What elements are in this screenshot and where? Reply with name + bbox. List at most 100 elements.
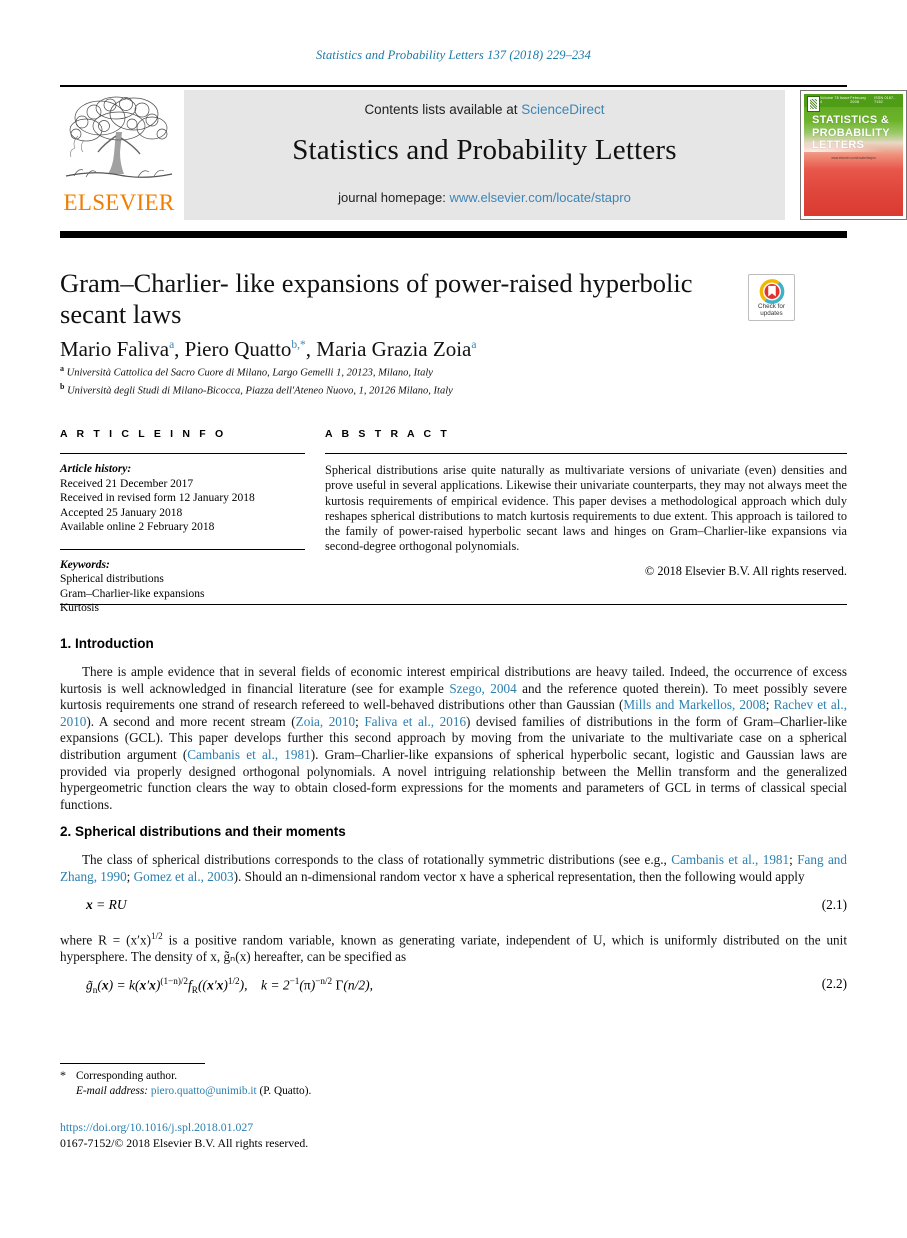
- abstract-heading: A B S T R A C T: [325, 428, 450, 440]
- author-name-1: Piero Quatto: [184, 337, 292, 361]
- cover-elsevier-mark-icon: [807, 96, 820, 112]
- affiliation-list: a Università Cattolica del Sacro Cuore d…: [60, 362, 760, 398]
- article-info-column: A R T I C L E I N F O Article history: R…: [60, 428, 305, 616]
- journal-header-banner: ELSEVIER Contents lists available at Sci…: [60, 90, 907, 220]
- keyword-item: Spherical distributions: [60, 573, 164, 585]
- sec2-text-b: ;: [789, 852, 798, 868]
- equation-2-1: x = RU: [86, 896, 127, 912]
- header-bottom-rule: [60, 231, 847, 238]
- crossmark-line1: Check for: [758, 303, 785, 310]
- article-history-item: Received 21 December 2017: [60, 477, 194, 490]
- journal-title: Statistics and Probability Letters: [292, 134, 677, 166]
- section-heading-spherical-distributions: 2. Spherical distributions and their mom…: [60, 824, 346, 840]
- citation-link[interactable]: Zoia, 2010: [296, 714, 355, 729]
- issn-copyright-line: 0167-7152/© 2018 Elsevier B.V. All right…: [60, 1135, 309, 1150]
- article-history-item: Received in revised form 12 January 2018: [60, 492, 255, 504]
- abstract-text: Spherical distributions arise quite natu…: [325, 463, 847, 554]
- journal-homepage-link[interactable]: www.elsevier.com/locate/stapro: [449, 190, 630, 205]
- email-owner: (P. Quatto).: [259, 1085, 312, 1097]
- contents-available-line: Contents lists available at ScienceDirec…: [184, 102, 785, 117]
- affiliation-mark-1: b: [60, 382, 65, 391]
- cover-title-line3: LETTERS: [812, 139, 865, 151]
- abstract-section-bottom-rule: [60, 604, 847, 605]
- elsevier-logo: ELSEVIER: [60, 90, 178, 220]
- crossmark-label: Check for updates: [749, 303, 794, 317]
- article-history-item: Accepted 25 January 2018: [60, 506, 183, 519]
- author-mark-2: a: [471, 339, 477, 351]
- equation-2-1-explanation: where R = (x′x)1/2 is a positive random …: [60, 930, 847, 964]
- doi-block: https://doi.org/10.1016/j.spl.2018.01.02…: [60, 1120, 620, 1151]
- abstract-rule: [325, 453, 847, 454]
- article-info-heading: A R T I C L E I N F O: [60, 428, 227, 440]
- affiliation-mark-0: a: [60, 364, 64, 373]
- author-name-0: Mario Faliva: [60, 337, 170, 361]
- asterisk-icon: *: [60, 1068, 66, 1082]
- equation-2-1-number: (2.1): [821, 896, 847, 912]
- sec2-p2-a: where R = (x′x): [60, 931, 151, 947]
- sec2-text-d: ). Should an n-dimensional random vector…: [233, 868, 805, 884]
- equation-2-1-row: x = RU (2.1): [60, 897, 847, 917]
- intro-text-c: ;: [765, 697, 774, 713]
- affiliation-text-0: Università Cattolica del Sacro Cuore di …: [66, 367, 433, 379]
- cover-date: February 2008: [850, 96, 867, 104]
- crossmark-logo-icon: [759, 279, 784, 304]
- keywords-rule: [60, 548, 305, 550]
- cover-topbar: Volume 78 Issue 4 February 2008 ISSN 016…: [804, 94, 903, 112]
- introduction-paragraph: There is ample evidence that in several …: [60, 664, 847, 813]
- paper-page: Statistics and Probability Letters 137 (…: [0, 0, 907, 1238]
- cover-artwork: Volume 78 Issue 4 February 2008 ISSN 016…: [804, 94, 903, 216]
- cover-volume: Volume 78 Issue 4: [820, 96, 850, 104]
- article-history-label: Article history:: [60, 463, 132, 475]
- citation-link[interactable]: Gomez et al., 2003: [134, 869, 234, 884]
- footnote-block: * Corresponding author. E-mail address: p…: [60, 1068, 620, 1099]
- intro-text-d: ). A second and more recent stream (: [86, 713, 296, 729]
- email-note: E-mail address: piero.quatto@unimib.it (…: [60, 1084, 620, 1099]
- email-link[interactable]: piero.quatto@unimib.it: [151, 1085, 257, 1097]
- section-heading-introduction: 1. Introduction: [60, 636, 154, 651]
- keywords-label: Keywords:: [60, 558, 110, 571]
- crossmark-check-for-updates-badge[interactable]: Check for updates: [748, 274, 795, 321]
- citation-link[interactable]: Mills and Markellos, 2008: [623, 697, 765, 712]
- corresponding-author-text: Corresponding author.: [76, 1070, 178, 1082]
- sciencedirect-link[interactable]: ScienceDirect: [521, 102, 604, 117]
- author-list: Mario Falivaa, Piero Quattob,*, Maria Gr…: [60, 337, 477, 361]
- section2-paragraph: The class of spherical distributions cor…: [60, 852, 847, 885]
- cover-title-line1: STATISTICS &: [812, 114, 890, 126]
- corresponding-author-note: * Corresponding author.: [60, 1068, 620, 1084]
- intro-text-e: ;: [355, 713, 365, 729]
- author-mark-0: a: [169, 339, 175, 351]
- doi-link[interactable]: https://doi.org/10.1016/j.spl.2018.01.02…: [60, 1120, 620, 1136]
- cover-issn: ISSN 0167-7152: [874, 96, 895, 104]
- elsevier-wordmark: ELSEVIER: [63, 190, 175, 215]
- crossmark-line2: updates: [760, 310, 783, 317]
- journal-cover-thumbnail: Volume 78 Issue 4 February 2008 ISSN 016…: [800, 90, 907, 220]
- sec2-text-c: ;: [126, 868, 134, 884]
- sec2-p2-b: is a positive random variable, known as …: [60, 931, 847, 964]
- contents-prefix: Contents lists available at: [364, 102, 522, 117]
- cover-issue-line: Volume 78 Issue 4 February 2008 ISSN 016…: [820, 96, 901, 104]
- elsevier-tree-icon: [65, 96, 173, 178]
- affiliation-item: a Università Cattolica del Sacro Cuore d…: [60, 362, 760, 380]
- email-address-label: E-mail address:: [76, 1085, 149, 1097]
- abstract-copyright: © 2018 Elsevier B.V. All rights reserved…: [644, 563, 847, 578]
- affiliation-text-1: Università degli Studi di Milano-Bicocca…: [67, 385, 453, 397]
- author-mark-1: b,*: [291, 339, 306, 351]
- article-history-item: Available online 2 February 2018: [60, 521, 215, 533]
- homepage-prefix: journal homepage:: [338, 190, 450, 205]
- footnote-rule: [60, 1063, 205, 1064]
- cover-title-line2: PROBABILITY: [812, 126, 890, 139]
- citation-link[interactable]: Szego, 2004: [449, 681, 516, 696]
- header-top-rule: [60, 85, 847, 87]
- article-info-rule: [60, 453, 305, 454]
- citation-link[interactable]: Cambanis et al., 1981: [671, 852, 789, 867]
- sec2-text-a: The class of spherical distributions cor…: [82, 852, 672, 868]
- cover-caption: www.elsevier.com/locate/stapro: [831, 156, 876, 160]
- citation-link[interactable]: Cambanis et al., 1981: [187, 747, 310, 762]
- page-title: Gram–Charlier- like expansions of power-…: [60, 268, 693, 329]
- abstract-column: A B S T R A C T Spherical distributions …: [325, 428, 847, 579]
- journal-homepage-line: journal homepage: www.elsevier.com/locat…: [184, 190, 785, 205]
- affiliation-item: b Università degli Studi di Milano-Bicoc…: [60, 380, 760, 398]
- citation-link[interactable]: Faliva et al., 2016: [364, 714, 466, 729]
- cover-title: STATISTICS & PROBABILITY LETTERS: [812, 114, 890, 152]
- equation-2-2: g̃n(x) = k(x′x)(1−n)/2fR((x′x)1/2), k = …: [86, 976, 373, 996]
